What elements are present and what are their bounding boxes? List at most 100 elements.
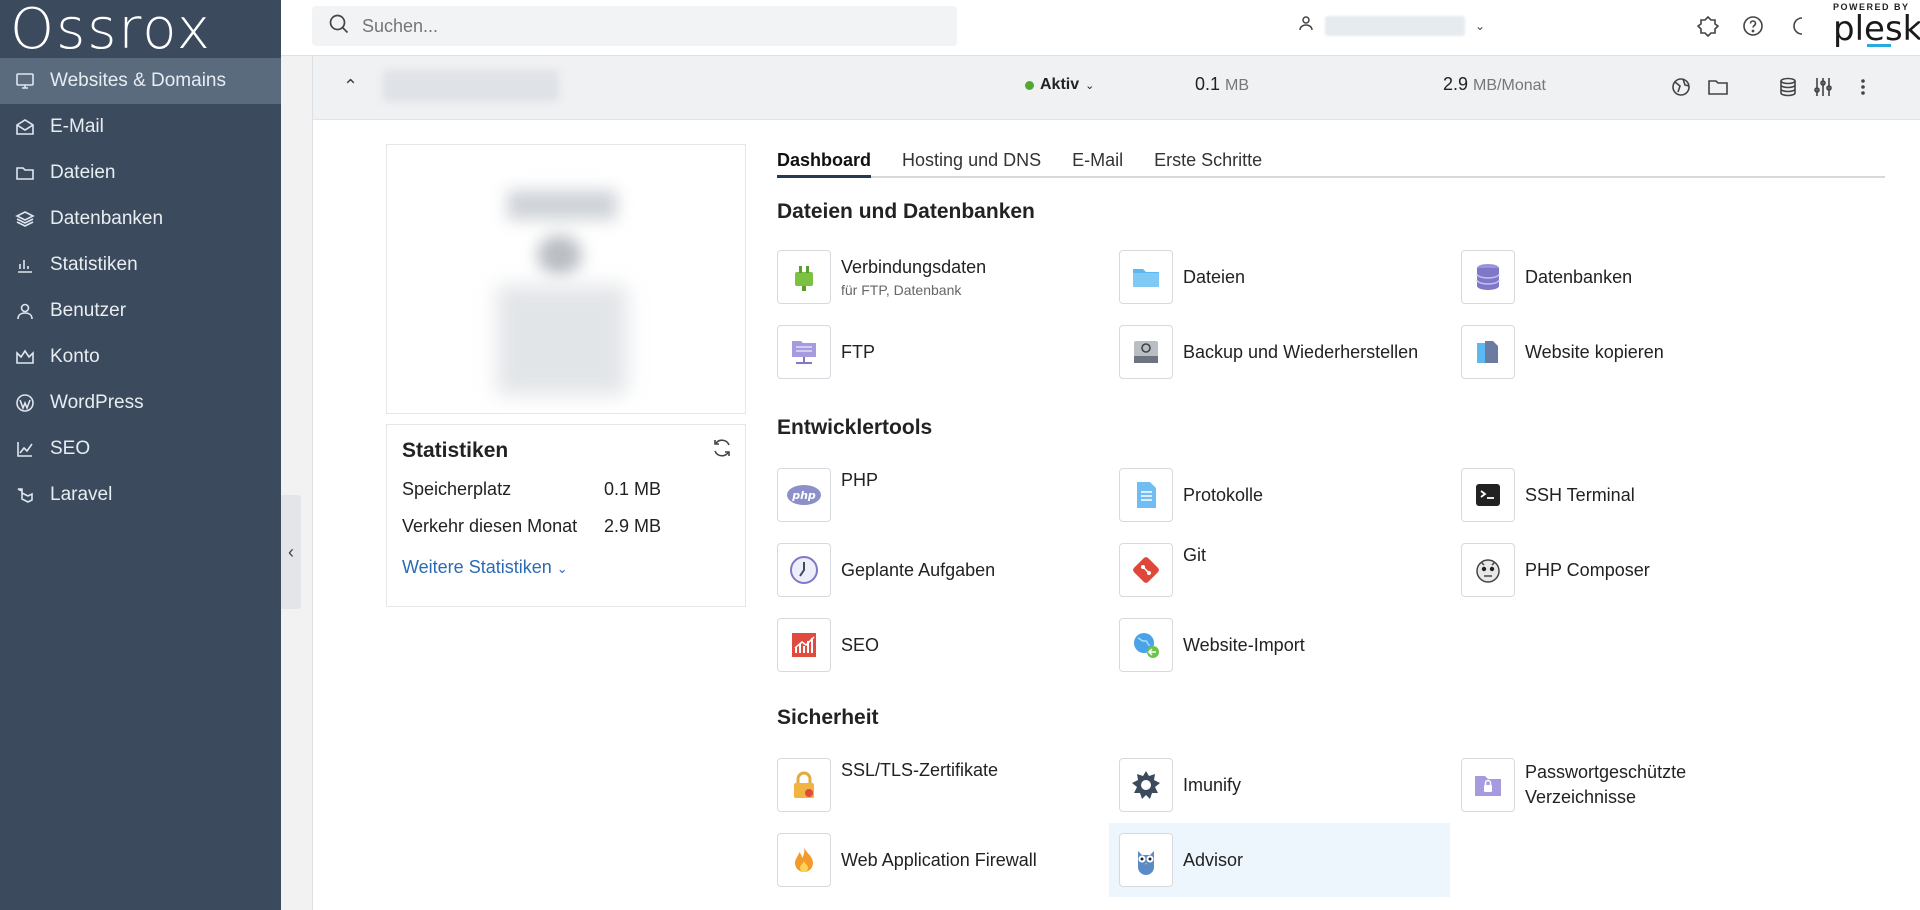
tool-files[interactable]: Dateien	[1119, 248, 1449, 306]
tab-dashboard[interactable]: Dashboard	[777, 144, 872, 178]
folder-icon	[1119, 250, 1173, 304]
composer-icon	[1461, 543, 1515, 597]
sidebar-item-files[interactable]: Dateien	[0, 150, 281, 196]
dark-mode-button[interactable]	[1786, 14, 1810, 38]
refresh-button[interactable]	[711, 437, 733, 464]
tool-files-label: Dateien	[1183, 266, 1246, 287]
user-menu[interactable]: ⌄	[1297, 14, 1485, 37]
php-icon: php	[777, 468, 831, 522]
tab-hosting-dns[interactable]: Hosting und DNS	[902, 144, 1041, 178]
tool-git-label: Git	[1183, 545, 1207, 565]
chevron-up-icon[interactable]: ⌃	[343, 76, 358, 97]
plug-icon	[777, 250, 831, 304]
imunify-icon	[1119, 758, 1173, 812]
chevron-down-icon: ⌄	[1475, 18, 1486, 33]
user-name	[1325, 15, 1465, 36]
sidebar: Ossrox Websites & Domains E-Mail Dateien…	[0, 0, 281, 910]
tool-backup-label: Backup und Wiederherstellen	[1183, 341, 1419, 362]
disk-usage: 0.1 MB	[1195, 74, 1249, 95]
search-input[interactable]	[362, 15, 922, 37]
more-statistics-label: Weitere Statistiken	[402, 557, 552, 577]
brand-logo[interactable]: Ossrox	[0, 0, 281, 62]
tool-seo[interactable]: SEO	[777, 616, 1107, 674]
folder-icon	[1708, 80, 1728, 95]
tool-web-application-firewall[interactable]: Web Application Firewall	[777, 831, 1107, 889]
tool-databases[interactable]: Datenbanken	[1461, 248, 1791, 306]
more-statistics-link[interactable]: Weitere Statistiken ⌄	[402, 557, 730, 578]
tool-ssh-terminal[interactable]: SSH Terminal	[1461, 466, 1791, 524]
sidebar-item-laravel[interactable]: Laravel	[0, 472, 281, 518]
tool-scheduled-tasks[interactable]: Geplante Aufgaben	[777, 541, 1107, 599]
help-icon	[1743, 16, 1763, 36]
tool-website-copy[interactable]: Website kopieren	[1461, 323, 1791, 381]
tool-connection-info[interactable]: Verbindungsdaten für FTP, Datenbank	[777, 248, 1107, 306]
layers-icon	[14, 208, 36, 230]
tool-website-copy-label: Website kopieren	[1525, 341, 1664, 362]
website-preview[interactable]	[386, 144, 746, 414]
sidebar-item-label: Konto	[50, 346, 100, 367]
sidebar-item-databases[interactable]: Datenbanken	[0, 196, 281, 242]
backup-icon	[1119, 325, 1173, 379]
sidebar-item-websites-domains[interactable]: Websites & Domains	[0, 58, 281, 104]
lock-icon	[777, 758, 831, 812]
sidebar-item-statistics[interactable]: Statistiken	[0, 242, 281, 288]
status-label: Aktiv	[1040, 76, 1080, 93]
owl-icon	[1119, 833, 1173, 887]
user-icon	[1297, 14, 1315, 37]
disk-unit: MB	[1225, 77, 1250, 94]
tool-protected-label: Passwortgeschützte Verzeichnisse	[1525, 762, 1687, 807]
monitor-icon	[14, 70, 36, 92]
tool-php-composer[interactable]: PHP Composer	[1461, 541, 1791, 599]
search-box[interactable]	[312, 6, 957, 46]
user-icon	[14, 300, 36, 322]
open-databases-button[interactable]	[1775, 74, 1801, 100]
tool-composer-label: PHP Composer	[1525, 559, 1650, 580]
open-files-button[interactable]	[1705, 74, 1731, 100]
website-preview-button[interactable]	[1668, 74, 1694, 100]
disk-value: 0.1	[1195, 74, 1221, 94]
sidebar-item-label: SEO	[50, 438, 91, 459]
status-dot	[1025, 80, 1034, 90]
search-icon	[328, 13, 350, 40]
brand-plesk: plesk	[1833, 9, 1920, 49]
tool-backup[interactable]: Backup und Wiederherstellen	[1119, 323, 1449, 381]
tab-email[interactable]: E-Mail	[1072, 144, 1123, 178]
more-vertical-icon	[1861, 79, 1865, 95]
sidebar-collapse-button[interactable]: ‹	[281, 495, 301, 609]
tab-getting-started[interactable]: Erste Schritte	[1154, 144, 1262, 178]
refresh-icon	[714, 439, 730, 457]
tool-seo-label: SEO	[841, 634, 880, 655]
domain-name[interactable]	[383, 70, 559, 102]
more-options-button[interactable]	[1850, 74, 1876, 100]
statistics-card: Statistiken Speicherplatz 0.1 MB Verkehr…	[386, 424, 746, 607]
tool-ssl-label: SSL/TLS-Zertifikate	[841, 760, 999, 780]
section-title-security: Sicherheit	[777, 706, 879, 729]
main-content: ⌃ Aktiv ⌄ 0.1 MB 2.9 MB/Monat Statistike…	[312, 56, 1920, 910]
log-icon	[1119, 468, 1173, 522]
tool-logs[interactable]: Protokolle	[1119, 466, 1449, 524]
sidebar-item-account[interactable]: Konto	[0, 334, 281, 380]
settings-button[interactable]	[1810, 74, 1836, 100]
stat-disk-label: Speicherplatz	[402, 479, 512, 499]
extensions-button[interactable]	[1696, 14, 1720, 38]
tool-ftp[interactable]: FTP	[777, 323, 1107, 381]
sidebar-item-label: Laravel	[50, 484, 113, 505]
tool-php[interactable]: php PHP	[777, 466, 1107, 524]
sidebar-item-label: WordPress	[50, 392, 144, 413]
sidebar-item-users[interactable]: Benutzer	[0, 288, 281, 334]
clock-icon	[777, 543, 831, 597]
help-button[interactable]	[1741, 14, 1765, 38]
sidebar-item-wordpress[interactable]: WordPress	[0, 380, 281, 426]
sidebar-item-label: Statistiken	[50, 254, 138, 275]
sidebar-item-seo[interactable]: SEO	[0, 426, 281, 472]
tool-website-import[interactable]: Website-Import	[1119, 616, 1449, 674]
status-dropdown[interactable]: Aktiv ⌄	[1025, 76, 1094, 94]
tool-password-protected-directories[interactable]: Passwortgeschützte Verzeichnisse	[1461, 756, 1791, 814]
sidebar-item-email[interactable]: E-Mail	[0, 104, 281, 150]
tool-imunify[interactable]: Imunify	[1119, 756, 1449, 814]
mail-icon	[14, 116, 36, 138]
tool-ssl-certificates[interactable]: SSL/TLS-Zertifikate	[777, 756, 1107, 814]
tool-advisor[interactable]: Advisor	[1109, 823, 1450, 897]
tool-git[interactable]: Git	[1119, 541, 1449, 599]
copy-icon	[1461, 325, 1515, 379]
